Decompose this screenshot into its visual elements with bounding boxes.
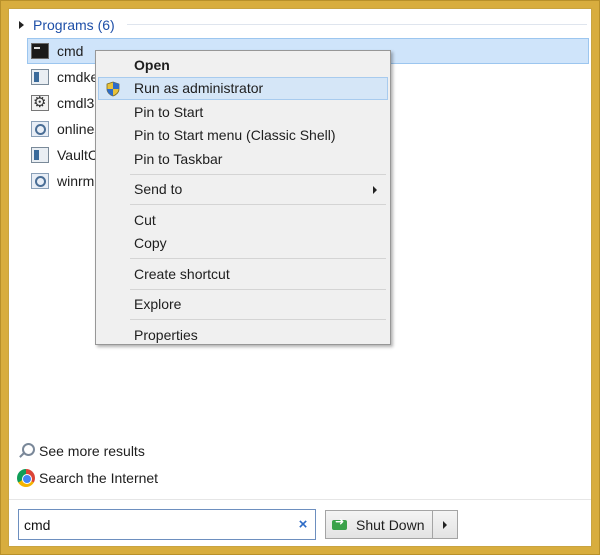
menu-item-label: Cut	[134, 211, 156, 228]
uac-shield-icon	[106, 81, 120, 96]
program-label: cmd	[57, 43, 84, 59]
menu-item-label: Run as administrator	[134, 80, 264, 97]
menu-item-label: Copy	[134, 235, 167, 252]
menu-separator	[130, 288, 386, 290]
menu-item-pin-to-start[interactable]: Pin to Start	[98, 100, 388, 124]
menu-item-send-to[interactable]: Send to	[98, 178, 388, 202]
menu-item-label: Open	[134, 56, 170, 73]
search-box[interactable]: ×	[18, 509, 316, 540]
shutdown-button[interactable]: Shut Down	[326, 511, 433, 538]
menu-item-pin-to-start-classic[interactable]: Pin to Start menu (Classic Shell)	[98, 124, 388, 148]
see-more-results-link[interactable]: See more results	[17, 440, 145, 462]
menu-separator	[130, 319, 386, 320]
window-icon	[31, 69, 49, 85]
menu-item-pin-to-taskbar[interactable]: Pin to Taskbar	[98, 147, 388, 171]
menu-item-properties[interactable]: Properties	[98, 323, 388, 347]
context-menu: Open Run as administrator Pin to Start P…	[95, 50, 391, 345]
menu-item-cut[interactable]: Cut	[98, 208, 388, 232]
menu-separator	[130, 204, 386, 205]
menu-item-label: Pin to Start	[134, 103, 204, 120]
see-more-results-label: See more results	[39, 443, 145, 459]
magnifier-icon	[31, 173, 49, 189]
search-internet-label: Search the Internet	[39, 470, 159, 486]
menu-item-label: Create shortcut	[134, 265, 230, 282]
chrome-icon	[17, 469, 35, 487]
shutdown-icon	[332, 515, 350, 532]
shutdown-options-button[interactable]	[433, 511, 457, 538]
menu-item-copy[interactable]: Copy	[98, 232, 388, 256]
search-internet-link[interactable]: Search the Internet	[17, 467, 158, 489]
clear-search-icon[interactable]: ×	[291, 516, 315, 533]
menu-separator	[130, 258, 386, 259]
window-icon	[31, 147, 49, 163]
expand-triangle-icon[interactable]	[19, 21, 24, 29]
menu-item-create-shortcut[interactable]: Create shortcut	[98, 262, 388, 286]
chevron-right-icon	[443, 520, 447, 529]
menu-item-label: Explore	[134, 296, 182, 313]
program-label: winrm	[57, 173, 95, 189]
submenu-arrow-icon	[373, 185, 377, 194]
menu-item-run-as-administrator[interactable]: Run as administrator	[98, 76, 388, 100]
menu-item-label: Pin to Start menu (Classic Shell)	[134, 127, 336, 144]
gear-icon	[31, 93, 49, 111]
shutdown-button-group: Shut Down	[325, 510, 458, 539]
shutdown-label: Shut Down	[356, 516, 425, 533]
programs-group-header[interactable]: Programs (6)	[19, 15, 115, 35]
search-input[interactable]	[19, 510, 291, 539]
group-divider	[127, 24, 587, 25]
menu-item-label: Properties	[134, 326, 198, 343]
menu-item-explore[interactable]: Explore	[98, 293, 388, 317]
menu-item-label: Pin to Taskbar	[134, 150, 223, 167]
search-icon	[17, 442, 35, 460]
programs-group-label: Programs (6)	[33, 17, 115, 33]
menu-item-open[interactable]: Open	[98, 53, 388, 77]
magnifier-icon	[31, 121, 49, 137]
bottom-divider	[9, 499, 591, 500]
cmd-icon	[31, 43, 49, 59]
menu-item-label: Send to	[134, 181, 183, 198]
menu-separator	[130, 173, 386, 175]
